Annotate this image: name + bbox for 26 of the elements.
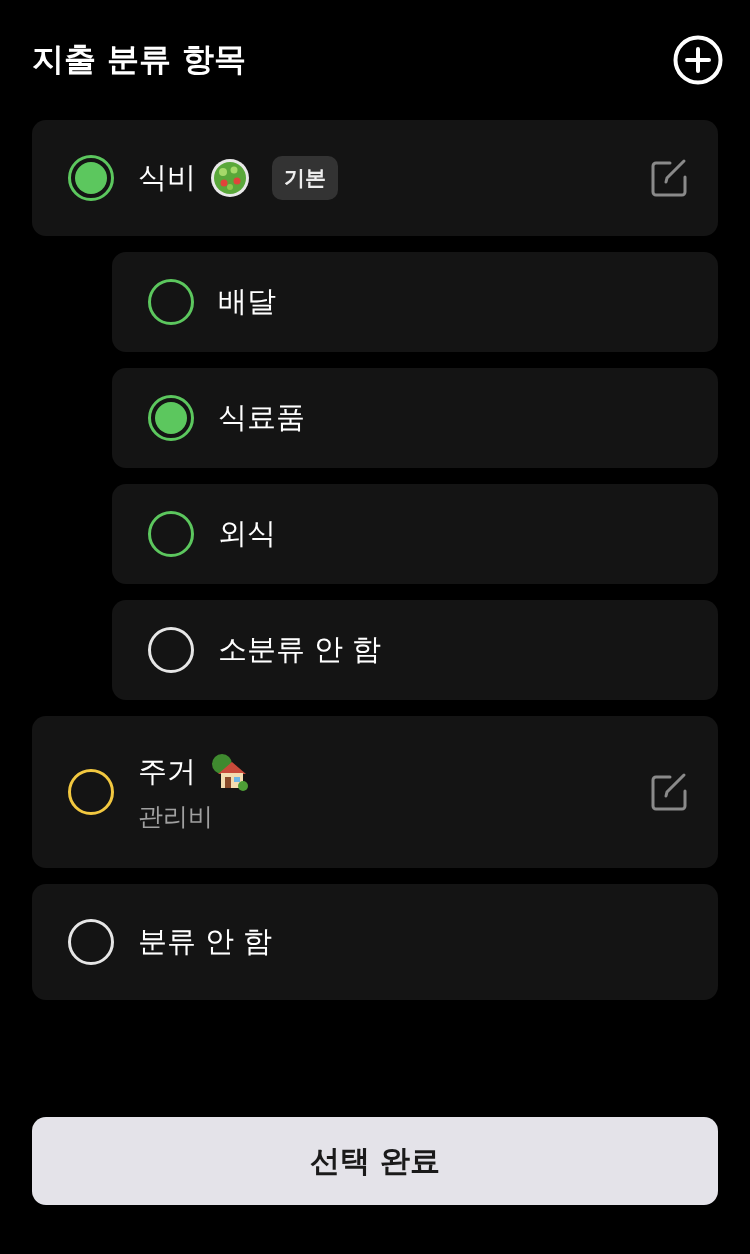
category-item[interactable]: 분류 안 함 bbox=[32, 884, 718, 1000]
category-name: 분류 안 함 bbox=[138, 923, 273, 960]
subcategory-name: 외식 bbox=[218, 515, 276, 552]
house-icon bbox=[210, 751, 250, 792]
category-item[interactable]: 식비 기본 bbox=[32, 120, 718, 236]
subcategory-summary: 관리비 bbox=[138, 800, 214, 833]
category-name: 주거 bbox=[138, 752, 196, 790]
radio-button[interactable] bbox=[148, 395, 194, 441]
default-badge: 기본 bbox=[272, 156, 338, 200]
confirm-button[interactable]: 선택 완료 bbox=[32, 1117, 718, 1205]
subcategory-item[interactable]: 외식 bbox=[112, 484, 718, 584]
subcategory-item[interactable]: 배달 bbox=[112, 252, 718, 352]
category-item[interactable]: 주거 관리비 bbox=[32, 716, 718, 868]
subcategory-name: 소분류 안 함 bbox=[218, 631, 382, 668]
radio-button[interactable] bbox=[68, 155, 114, 201]
category-name: 식비 bbox=[138, 159, 196, 196]
radio-button[interactable] bbox=[148, 279, 194, 325]
add-icon[interactable] bbox=[672, 34, 724, 86]
subcategory-name: 식료품 bbox=[218, 399, 305, 436]
sheet-title: 지출 분류 항목 bbox=[32, 39, 247, 80]
subcategory-name: 배달 bbox=[218, 283, 276, 320]
radio-button[interactable] bbox=[148, 511, 194, 557]
subcategory-item[interactable]: 소분류 안 함 bbox=[112, 600, 718, 700]
subcategory-item[interactable]: 식료품 bbox=[112, 368, 718, 468]
radio-button[interactable] bbox=[68, 769, 114, 815]
salad-icon bbox=[210, 158, 250, 198]
